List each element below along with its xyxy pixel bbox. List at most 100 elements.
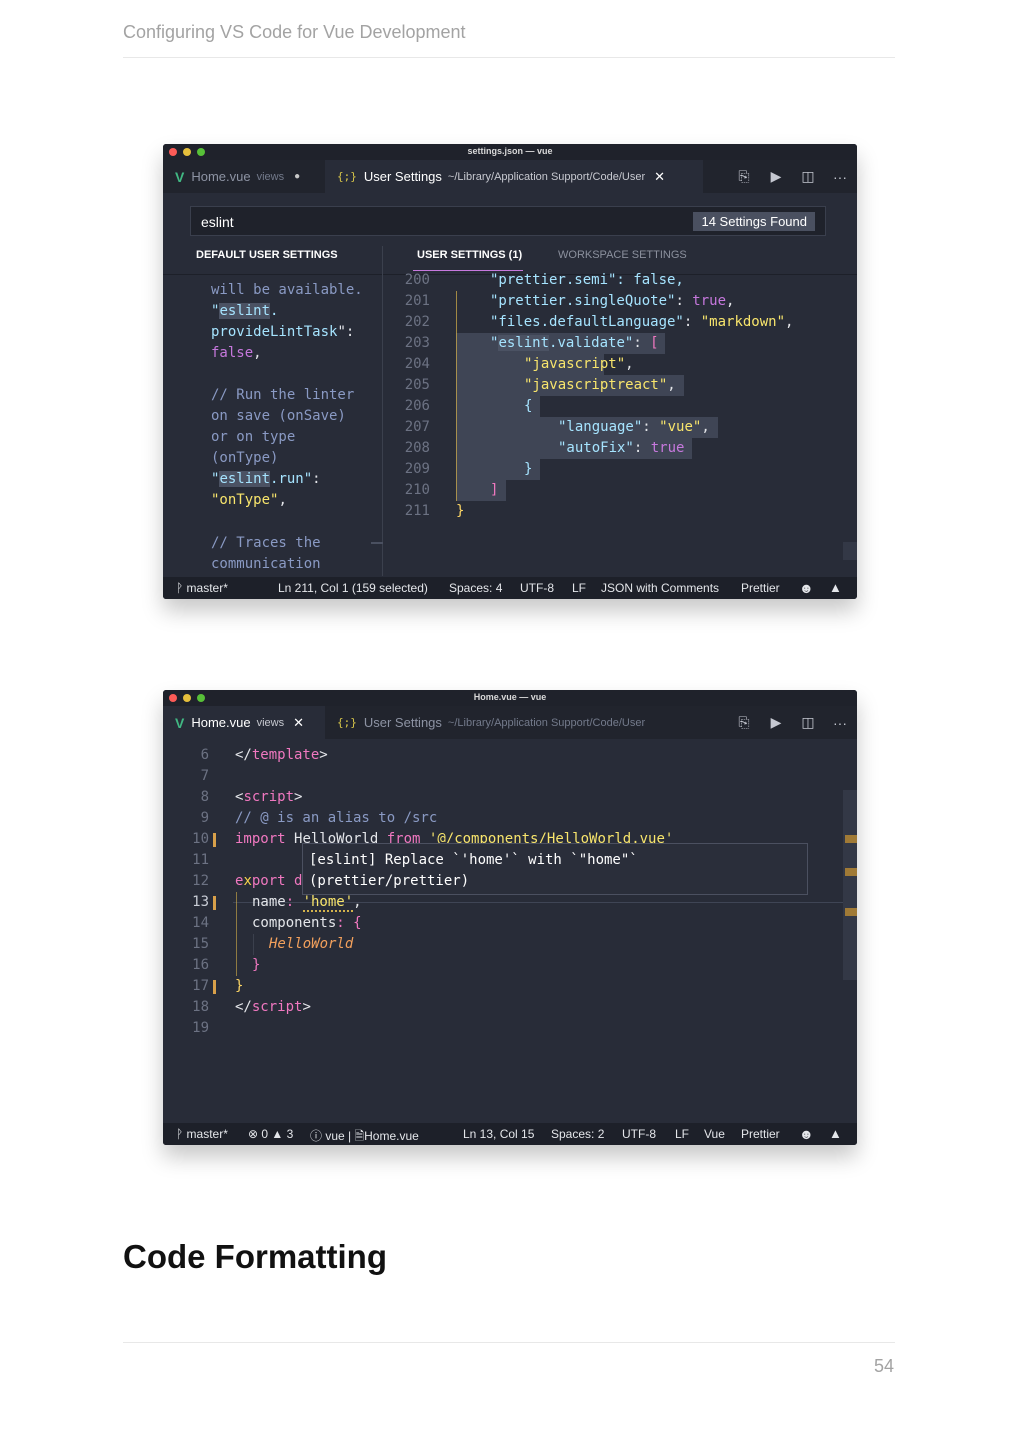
language-mode[interactable]: Vue (704, 1127, 725, 1141)
code-line: // Run the linter (211, 387, 355, 403)
eol-status[interactable]: LF (675, 1127, 689, 1141)
more-icon[interactable]: ··· (831, 715, 849, 731)
line-number: 17 (192, 978, 209, 994)
cursor-position[interactable]: Ln 13, Col 15 (463, 1127, 534, 1141)
git-branch-status[interactable]: ᚹ master* (176, 1127, 228, 1141)
code-line: } (456, 503, 465, 519)
lint-hover-tooltip: [eslint] Replace `'home'` with `"home"` … (302, 843, 808, 895)
file-icon: 🗎 (354, 1129, 365, 1143)
code-line: "autoFix": true (558, 440, 685, 456)
line-number: 209 (404, 461, 430, 477)
tab-home-vue[interactable]: V Home.vue views ● (163, 160, 325, 193)
split-editor-icon[interactable]: ◫ (799, 714, 817, 731)
lint-warning-squiggle[interactable]: 'home' (302, 894, 354, 912)
run-icon[interactable]: ▶ (767, 714, 785, 731)
code-line: "prettier.singleQuote": true, (490, 293, 735, 309)
encoding-status[interactable]: UTF-8 (520, 581, 554, 595)
cursor-position[interactable]: Ln 211, Col 1 (159 selected) (278, 581, 428, 595)
git-change-marker[interactable] (213, 980, 216, 994)
code-line: on save (onSave) (211, 408, 346, 424)
scrollbar[interactable] (843, 542, 857, 560)
line-number: 8 (200, 789, 209, 805)
branch-name: master* (186, 1127, 228, 1141)
bracket-guide (236, 892, 237, 976)
tab-user-settings[interactable]: {;} User Settings ~/Library/Application … (325, 706, 703, 739)
encoding-status[interactable]: UTF-8 (622, 1127, 656, 1141)
context-status[interactable]: ⓘ vue | 🗎Home.vue (310, 1127, 419, 1145)
code-line: } (524, 461, 533, 477)
bell-icon[interactable]: ▲ (829, 1126, 842, 1141)
running-header: Configuring VS Code for Vue Development (123, 22, 466, 42)
line-number: 18 (192, 999, 209, 1015)
code-line: communication (211, 556, 321, 572)
json-icon: {;} (337, 170, 357, 183)
code-line: provideLintTask": (211, 324, 355, 340)
git-branch-status[interactable]: ᚹ master* (176, 581, 228, 595)
line-number: 11 (192, 852, 209, 868)
line-number: 204 (404, 356, 430, 372)
eol-status[interactable]: LF (572, 581, 586, 595)
search-value: eslint (201, 214, 234, 230)
line-number: 200 (404, 272, 430, 288)
tab-description: views (256, 170, 285, 183)
git-change-marker[interactable] (213, 896, 216, 910)
bracket-guide (456, 291, 457, 501)
tab-user-settings[interactable]: {;} User Settings ~/Library/Application … (325, 160, 703, 193)
scroll-indicator[interactable] (371, 542, 383, 544)
smiley-icon[interactable]: ☻ (799, 1126, 814, 1142)
run-icon[interactable]: ▶ (767, 168, 785, 185)
code-line: "javascript", (524, 356, 634, 372)
split-editor-icon[interactable]: ◫ (799, 168, 817, 185)
code-line: export d (235, 873, 303, 889)
code-line: </template> (235, 747, 328, 763)
code-line: or on type (211, 429, 296, 445)
close-tab-icon[interactable]: ✕ (293, 715, 304, 731)
line-number: 15 (192, 936, 209, 952)
overview-marker (845, 908, 857, 916)
search-in-files-icon[interactable]: ⎘ (735, 714, 753, 731)
tab-user-settings-panel[interactable]: USER SETTINGS (1) (417, 249, 522, 261)
context-label: vue | (325, 1129, 355, 1143)
info-icon: ⓘ (310, 1129, 326, 1143)
default-settings-label: DEFAULT USER SETTINGS (196, 249, 338, 261)
language-mode[interactable]: JSON with Comments (601, 581, 719, 595)
json-icon: {;} (337, 716, 357, 729)
indentation-status[interactable]: Spaces: 4 (449, 581, 502, 595)
bell-icon[interactable]: ▲ (829, 580, 842, 595)
tab-workspace-settings[interactable]: WORKSPACE SETTINGS (558, 249, 687, 261)
line-number: 10 (192, 831, 209, 847)
tab-label: User Settings (363, 715, 442, 730)
search-in-files-icon[interactable]: ⎘ (735, 168, 753, 185)
code-line: (onType) (211, 450, 279, 466)
formatter-status[interactable]: Prettier (741, 1127, 780, 1141)
formatter-status[interactable]: Prettier (741, 581, 780, 595)
more-icon[interactable]: ··· (831, 169, 849, 185)
code-line: false, (211, 345, 262, 361)
smiley-icon[interactable]: ☻ (799, 580, 814, 596)
split-divider[interactable] (382, 246, 383, 576)
lightbulb-icon[interactable]: x (243, 873, 251, 889)
code-line: } (235, 978, 244, 994)
line-number: 210 (404, 482, 430, 498)
warning-icon: ▲ (271, 1127, 287, 1141)
git-change-marker[interactable] (213, 833, 216, 847)
line-number: 12 (192, 873, 209, 889)
error-icon: ⊗ (248, 1127, 262, 1141)
header-divider (123, 57, 895, 58)
tab-bar: V Home.vue views ✕ {;} User Settings ~/L… (163, 706, 857, 739)
line-number: 203 (404, 335, 430, 351)
tab-description: views (256, 716, 285, 729)
overview-marker (845, 868, 857, 876)
selection (456, 480, 506, 501)
unsaved-dot-icon[interactable]: ● (294, 171, 300, 182)
tab-bar: V Home.vue views ● {;} User Settings ~/L… (163, 160, 857, 193)
line-number: 205 (404, 377, 430, 393)
settings-search-input[interactable]: eslint 14 Settings Found (190, 206, 826, 236)
problems-status[interactable]: ⊗ 0 ▲ 3 (248, 1127, 293, 1141)
close-tab-icon[interactable]: ✕ (654, 169, 665, 185)
vscode-window-home-vue: Home.vue — vue V Home.vue views ✕ {;} Us… (163, 690, 857, 1145)
scrollbar[interactable] (843, 790, 857, 980)
code-line: "files.defaultLanguage": "markdown", (490, 314, 794, 330)
tab-home-vue[interactable]: V Home.vue views ✕ (163, 706, 325, 739)
indentation-status[interactable]: Spaces: 2 (551, 1127, 604, 1141)
